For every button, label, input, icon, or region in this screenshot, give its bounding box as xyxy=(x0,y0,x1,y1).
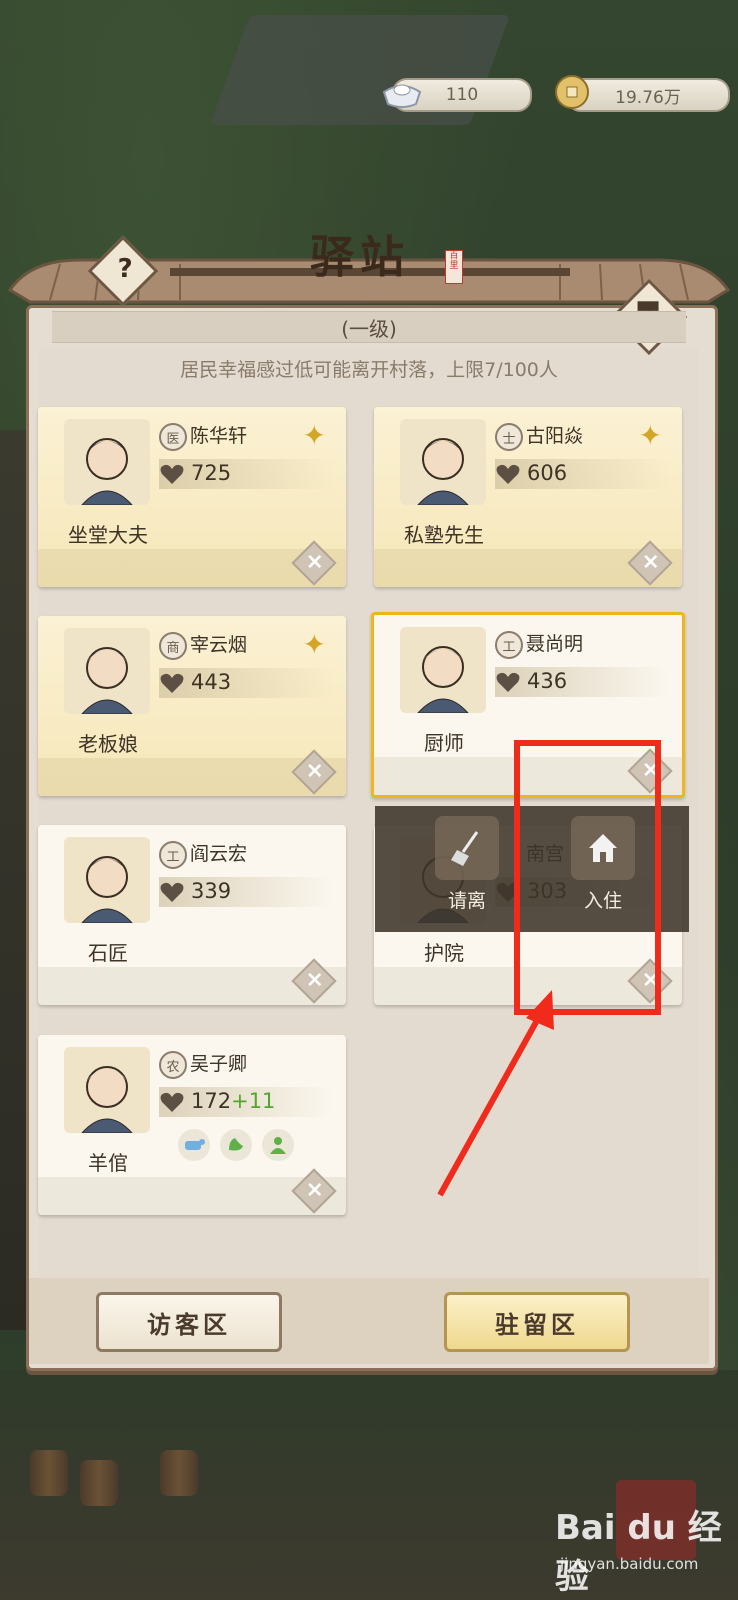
watermark-url: jingyan.baidu.com xyxy=(560,1555,699,1573)
tab-visitor-area[interactable]: 访客区 xyxy=(96,1292,282,1352)
tab-stay-label: 驻留区 xyxy=(495,1309,579,1339)
watermark-brand: Bai du 经验 xyxy=(555,1508,722,1597)
tab-visitor-label: 访客区 xyxy=(147,1309,231,1339)
tab-stay-area[interactable]: 驻留区 xyxy=(444,1292,630,1352)
